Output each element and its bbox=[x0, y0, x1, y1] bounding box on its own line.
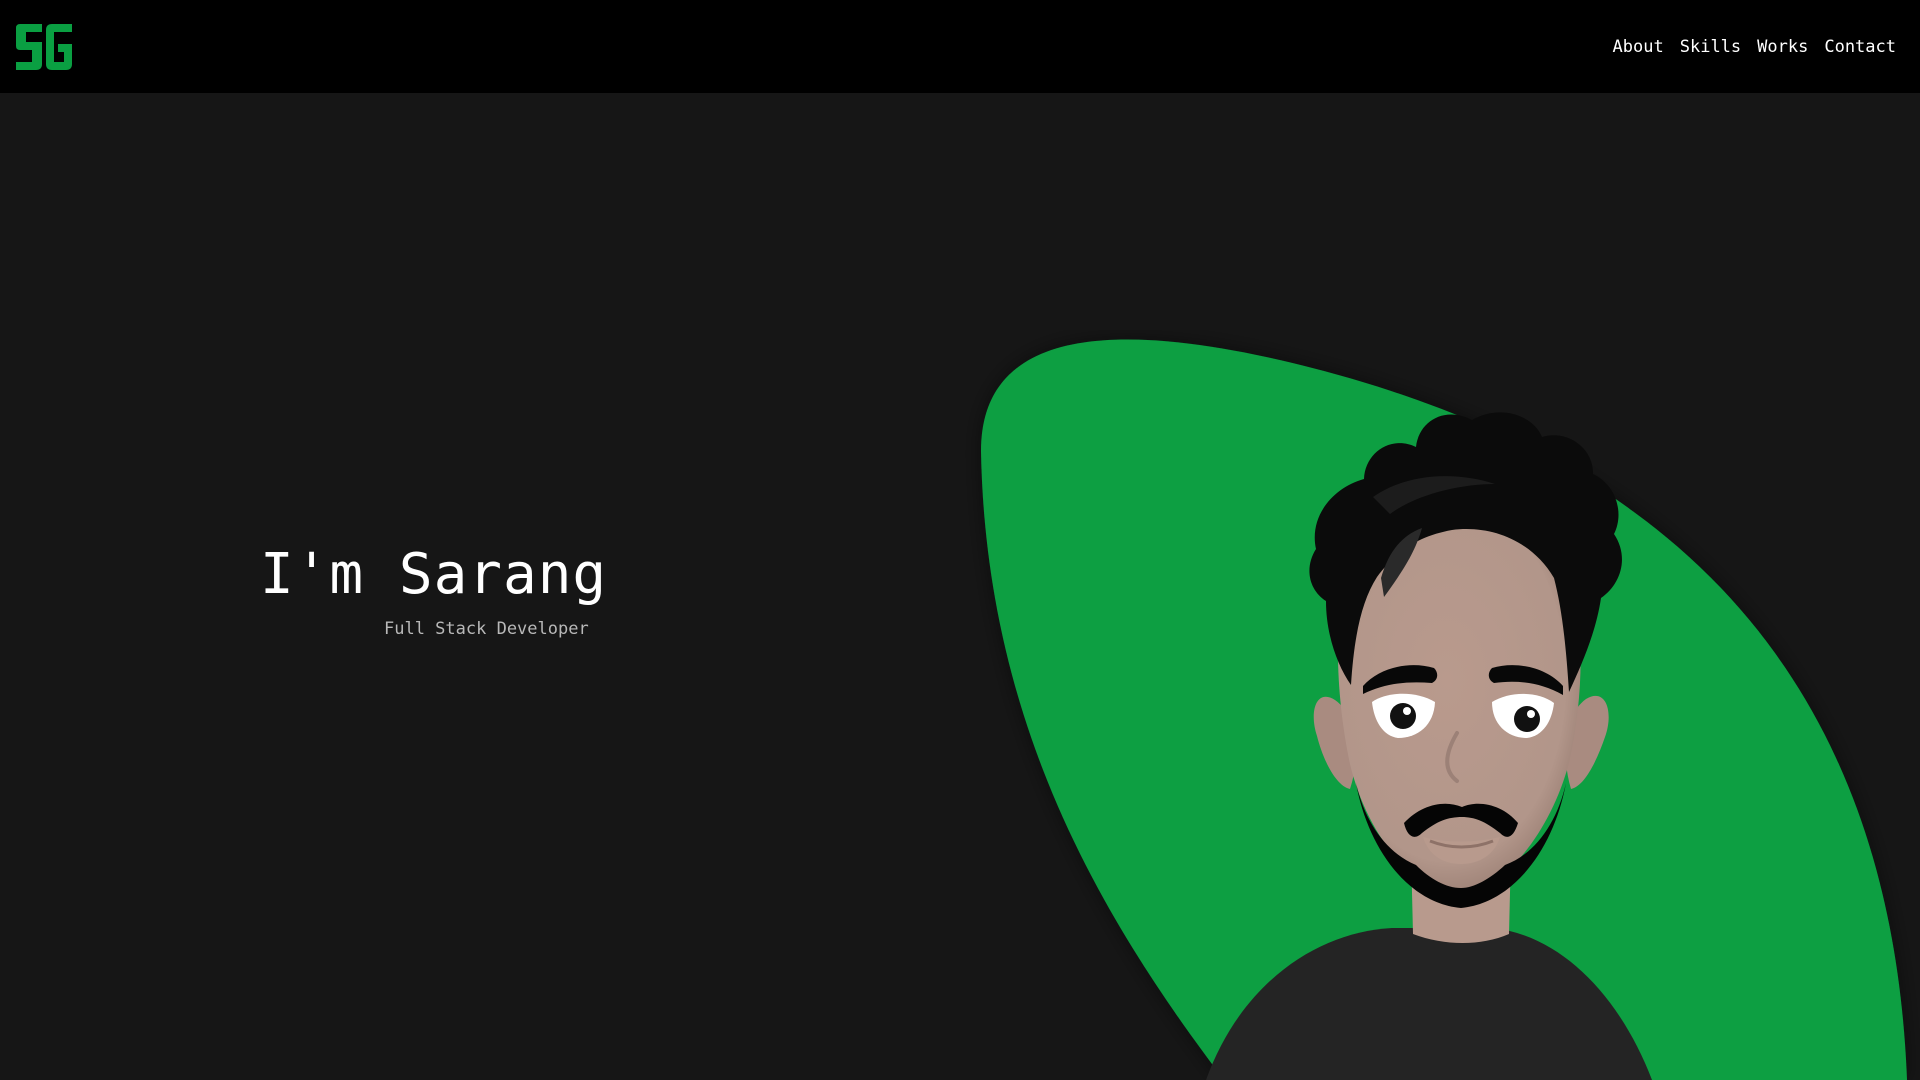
hero-intro: I'm Sarang Full Stack Developer bbox=[260, 535, 700, 641]
logo-link[interactable] bbox=[14, 22, 74, 72]
nav-link-about[interactable]: About bbox=[1613, 37, 1664, 57]
developer-avatar-illustration bbox=[981, 339, 1907, 1080]
nav-link-works[interactable]: Works bbox=[1757, 37, 1808, 57]
avatar-right-pupil bbox=[1514, 706, 1540, 732]
nav-link-contact[interactable]: Contact bbox=[1824, 37, 1896, 57]
sg-logo-icon bbox=[16, 23, 72, 70]
avatar-left-eye-shine bbox=[1403, 707, 1411, 715]
hero-title: I'm Sarang bbox=[260, 542, 608, 607]
avatar-left-pupil bbox=[1390, 703, 1416, 729]
nav-link-skills[interactable]: Skills bbox=[1680, 37, 1741, 57]
avatar-right-eye-shine bbox=[1527, 710, 1535, 718]
main-navigation: About Skills Works Contact bbox=[1613, 37, 1896, 57]
hero-subtitle: Full Stack Developer bbox=[384, 619, 589, 639]
portfolio-page: About Skills Works Contact I'm Sarang Fu… bbox=[0, 0, 1920, 1080]
top-navbar: About Skills Works Contact bbox=[0, 0, 1920, 93]
